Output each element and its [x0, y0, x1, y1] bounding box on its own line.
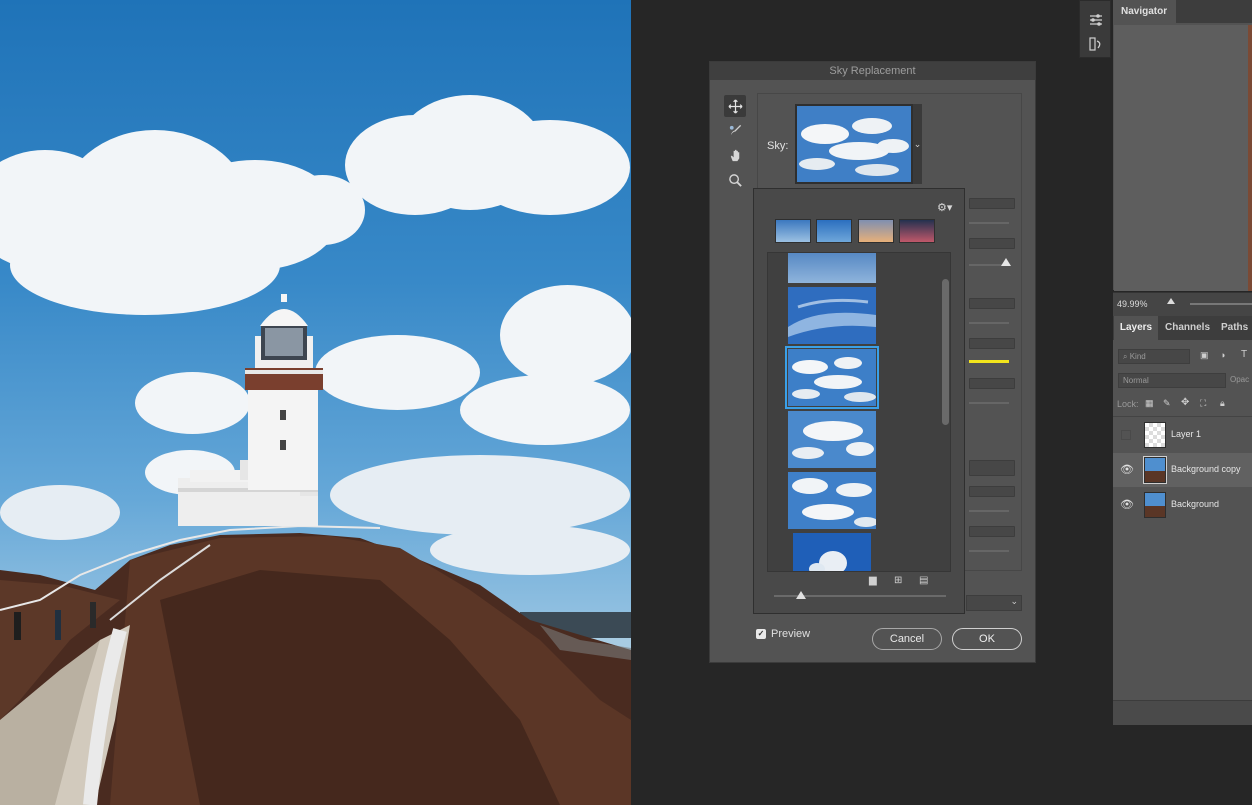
slider-track[interactable] [969, 222, 1009, 224]
zoom-tool[interactable] [724, 169, 746, 191]
opacity-label: Opac [1230, 375, 1250, 384]
layer-thumbnail [1144, 422, 1166, 448]
preset-group-sunsets[interactable] [858, 219, 894, 243]
thumbnail-size-knob[interactable] [796, 591, 806, 599]
output-select[interactable]: ⌄ [966, 595, 1022, 611]
visibility-toggle[interactable] [1121, 430, 1131, 440]
tab-paths[interactable]: Paths [1221, 322, 1248, 333]
sky-picker-dropdown-button[interactable]: ⌄ [913, 104, 922, 184]
lock-artboard-icon[interactable]: ⛶ [1200, 398, 1206, 409]
navigator-tab-bar [1176, 0, 1252, 23]
move-icon [728, 99, 742, 113]
temperature-slider-track[interactable] [969, 360, 1009, 363]
trash-icon[interactable]: ▤ [919, 575, 928, 586]
sky-brush-icon [729, 124, 741, 135]
sky-preset-thumbnail[interactable] [788, 411, 876, 468]
headland-landscape [0, 294, 631, 805]
layer-thumbnail [1144, 492, 1166, 518]
search-icon: ⌕ [1123, 352, 1128, 361]
sky-label: Sky: [767, 140, 789, 152]
preview-label: Preview [771, 628, 811, 640]
tab-layers[interactable]: Layers [1114, 316, 1158, 340]
slider-value-field[interactable] [969, 338, 1015, 349]
chevron-down-icon: ⌄ [1010, 596, 1018, 606]
sky-preset-thumbnail[interactable] [788, 472, 876, 529]
slider-value-field[interactable] [969, 526, 1015, 537]
zoom-out-icon[interactable] [1167, 298, 1175, 304]
layer-name: Layer 1 [1171, 429, 1202, 439]
list-scrollbar[interactable] [942, 279, 949, 425]
gear-icon[interactable]: ⚙︎▾ [937, 201, 952, 214]
filter-pixel-icon[interactable]: ▣ [1200, 350, 1209, 361]
layer-name: Background [1171, 499, 1220, 509]
lock-label: Lock: [1117, 399, 1139, 409]
tab-navigator[interactable]: Navigator [1114, 0, 1176, 23]
hand-icon [730, 149, 739, 161]
preset-group-dusk[interactable] [899, 219, 935, 243]
divider [1113, 416, 1252, 417]
photo-canvas[interactable] [0, 0, 631, 805]
lock-pixels-icon[interactable]: ✎ [1163, 398, 1171, 409]
ok-button[interactable]: OK [952, 628, 1022, 650]
sky-preset-thumbnail[interactable] [788, 253, 876, 283]
lock-all-icon[interactable]: 🔒︎ [1220, 398, 1225, 409]
layer-filter-kind[interactable]: ⌕ Kind [1118, 349, 1190, 364]
preset-group-blue-skies[interactable] [775, 219, 811, 243]
blend-mode-select[interactable]: Normal [1118, 373, 1226, 388]
eye-icon[interactable]: 👁︎ [1120, 498, 1134, 511]
slider-track[interactable] [969, 510, 1009, 512]
adjustments-icon[interactable] [1089, 13, 1103, 27]
tab-channels[interactable]: Channels [1165, 322, 1210, 333]
slider-knob[interactable] [1001, 258, 1011, 266]
eye-icon[interactable]: 👁︎ [1120, 463, 1134, 476]
preset-group-spectacular[interactable] [816, 219, 852, 243]
navigator-preview[interactable] [1114, 25, 1252, 291]
new-icon[interactable]: ⊞ [894, 575, 902, 586]
layer-row-background-copy[interactable]: 👁︎ Background copy [1113, 453, 1252, 487]
sky-preset-thumbnail-selected[interactable] [785, 346, 879, 409]
zoom-icon [728, 173, 742, 187]
sky-presets-popup: ⚙︎▾ ▆ ⊞ ▤ [753, 188, 965, 614]
sky-preset-picker[interactable] [795, 104, 913, 184]
sky-preset-thumbnail[interactable] [788, 287, 876, 344]
navigator-view-box[interactable] [1248, 25, 1252, 291]
layer-row-background[interactable]: 👁︎ Background [1113, 488, 1252, 522]
layer-filter-label: Kind [1129, 352, 1146, 361]
blend-select[interactable] [969, 460, 1015, 476]
lock-position-icon[interactable]: ✥ [1181, 397, 1189, 408]
sky-preset-thumbnail[interactable] [793, 533, 871, 571]
preview-checkbox[interactable]: ✓ [756, 629, 766, 639]
slider-value-field[interactable] [969, 238, 1015, 249]
chevron-down-icon: ⌄ [913, 138, 922, 149]
dialog-title: Sky Replacement [710, 62, 1035, 80]
slider-value-field[interactable] [969, 198, 1015, 209]
layer-name: Background copy [1171, 464, 1241, 474]
zoom-slider[interactable] [1190, 303, 1252, 305]
slider-track[interactable] [969, 402, 1009, 404]
slider-value-field[interactable] [969, 298, 1015, 309]
layer-thumbnail [1143, 456, 1167, 484]
hand-tool[interactable] [724, 144, 746, 166]
filter-adjustment-icon[interactable]: ◑ [1220, 350, 1225, 360]
folder-icon[interactable]: ▆ [869, 575, 877, 586]
layer-row-layer-1[interactable]: Layer 1 [1113, 418, 1252, 452]
slider-track[interactable] [969, 322, 1009, 324]
sky-brush-tool[interactable] [724, 119, 746, 141]
slider-value-field[interactable] [969, 486, 1015, 497]
slider-track[interactable] [969, 550, 1009, 552]
sky-presets-list[interactable] [767, 252, 951, 572]
layers-footer [1113, 700, 1252, 725]
zoom-level[interactable]: 49.99% [1117, 299, 1148, 309]
cancel-button[interactable]: Cancel [872, 628, 942, 650]
move-tool[interactable] [724, 95, 746, 117]
lock-transparent-icon[interactable]: ▦ [1145, 398, 1154, 409]
sky-preview-image [797, 106, 911, 182]
panel-icon-strip [1079, 0, 1111, 58]
filter-type-icon[interactable]: T [1241, 349, 1247, 360]
slider-value-field[interactable] [969, 378, 1015, 389]
history-icon[interactable] [1089, 37, 1103, 51]
